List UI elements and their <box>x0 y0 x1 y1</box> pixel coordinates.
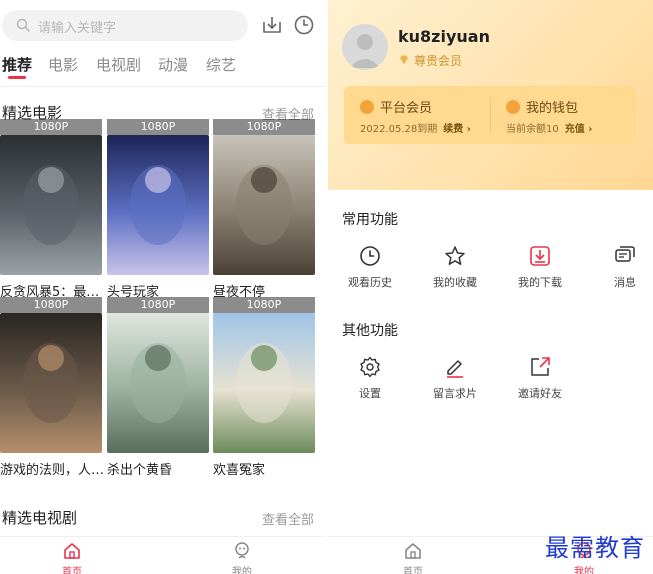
nav-label: 首页 <box>62 567 82 574</box>
membership-expiry: 2022.05.28到期 续费 › <box>360 120 471 135</box>
tab-variety[interactable]: 综艺 <box>206 54 236 75</box>
watermark: 最需教育 <box>545 534 645 562</box>
platform-member[interactable]: 平台会员 2022.05.28到期 续费 › <box>344 86 490 144</box>
tab-tv[interactable]: 电视剧 <box>96 54 141 75</box>
vip-card: 平台会员 2022.05.28到期 续费 › 我的钱包 当前余额10 充值 › <box>344 86 636 144</box>
nav-label: 我的 <box>232 567 252 574</box>
func-settings[interactable]: 设置 <box>335 355 405 401</box>
nav-label: 首页 <box>403 567 423 574</box>
quality-badge: 1080P <box>0 119 102 135</box>
func-watch-history[interactable]: 观看历史 <box>335 244 405 290</box>
poster-image <box>213 135 315 275</box>
nav-home[interactable]: 首页 <box>42 541 102 574</box>
quality-badge: 1080P <box>0 297 102 313</box>
recharge-link[interactable]: 充值 › <box>565 124 593 135</box>
avatar-placeholder-icon <box>350 34 380 68</box>
star-icon <box>445 246 465 265</box>
gear-icon <box>360 356 380 378</box>
avatar[interactable] <box>342 24 388 70</box>
member-level-text: 尊贵会员 <box>414 54 463 68</box>
nav-label: 我的 <box>574 567 594 574</box>
wallet-icon <box>506 100 520 114</box>
expiry-date: 2022.05.28到期 <box>360 124 438 135</box>
poster-image <box>107 313 209 453</box>
common-functions-title: 常用功能 <box>342 212 398 228</box>
view-all-link[interactable]: 查看全部 <box>262 509 314 528</box>
my-wallet[interactable]: 我的钱包 当前余额10 充值 › <box>490 86 636 144</box>
profile-screen: ku8ziyuan 尊贵会员 平台会员 2022.05.28到期 续费 › 我的钱… <box>328 0 653 574</box>
section-title: 精选电视剧 <box>2 509 78 527</box>
func-label: 我的下载 <box>518 276 562 289</box>
func-invite-friends[interactable]: 邀请好友 <box>505 355 575 401</box>
func-messages[interactable]: 消息 <box>590 244 653 290</box>
diamond-icon <box>400 55 408 65</box>
search-input[interactable]: 请输入关键字 <box>2 10 248 41</box>
search-icon <box>16 18 30 32</box>
home-icon <box>405 543 421 559</box>
search-placeholder: 请输入关键字 <box>38 21 117 36</box>
poster-image <box>107 135 209 275</box>
movie-title: 欢喜冤家 <box>213 463 266 478</box>
crown-icon <box>360 100 374 114</box>
profile-icon <box>235 542 249 559</box>
renew-link[interactable]: 续费 › <box>443 124 471 135</box>
username: ku8ziyuan <box>398 27 490 46</box>
func-favorites[interactable]: 我的收藏 <box>420 244 490 290</box>
platform-member-title: 平台会员 <box>360 97 432 116</box>
history-icon <box>360 246 380 266</box>
download-icon[interactable] <box>261 14 283 36</box>
poster-image <box>0 135 102 275</box>
poster-image <box>213 313 315 453</box>
message-icon <box>615 246 635 262</box>
quality-badge: 1080P <box>213 297 315 313</box>
home-icon <box>64 543 80 559</box>
divider <box>0 86 326 87</box>
func-label: 留言求片 <box>433 387 477 400</box>
quality-badge: 1080P <box>107 297 209 313</box>
nav-profile[interactable]: 我的 <box>212 541 272 574</box>
download-icon <box>530 246 550 266</box>
tab-movie[interactable]: 电影 <box>48 54 78 75</box>
search-row: 请输入关键字 <box>0 10 326 42</box>
share-icon <box>531 357 550 376</box>
tab-recommend[interactable]: 推荐 <box>2 54 32 75</box>
func-label: 观看历史 <box>348 276 392 289</box>
bottom-nav: 首页 我的 <box>0 536 326 574</box>
func-label: 邀请好友 <box>518 387 562 400</box>
quality-badge: 1080P <box>107 119 209 135</box>
wallet-label: 我的钱包 <box>526 101 579 116</box>
tab-anime[interactable]: 动漫 <box>158 54 188 75</box>
other-functions-title: 其他功能 <box>342 323 398 339</box>
history-icon[interactable] <box>293 14 315 36</box>
category-tabs: 推荐 电影 电视剧 动漫 综艺 <box>0 54 326 84</box>
tab-active-indicator <box>8 76 26 79</box>
section-tv-header: 精选电视剧 查看全部 <box>0 507 326 529</box>
func-label: 设置 <box>359 387 381 400</box>
member-level-badge: 尊贵会员 <box>398 52 462 69</box>
platform-member-label: 平台会员 <box>380 101 433 116</box>
edit-icon <box>447 360 463 378</box>
func-request-movie[interactable]: 留言求片 <box>420 355 490 401</box>
func-downloads[interactable]: 我的下载 <box>505 244 575 290</box>
wallet-title: 我的钱包 <box>506 97 578 116</box>
balance-text: 当前余额10 <box>506 124 559 135</box>
wallet-balance: 当前余额10 充值 › <box>506 120 592 135</box>
movie-title: 杀出个黄昏 <box>107 463 173 478</box>
nav-home[interactable]: 首页 <box>383 541 443 574</box>
quality-badge: 1080P <box>213 119 315 135</box>
func-label: 消息 <box>614 276 636 289</box>
poster-image <box>0 313 102 453</box>
func-label: 我的收藏 <box>433 276 477 289</box>
movie-title: 游戏的法则，人… <box>0 463 105 478</box>
home-screen: 请输入关键字 推荐 电影 电视剧 动漫 综艺 精选电影 查看全部 1080P 反… <box>0 0 326 574</box>
